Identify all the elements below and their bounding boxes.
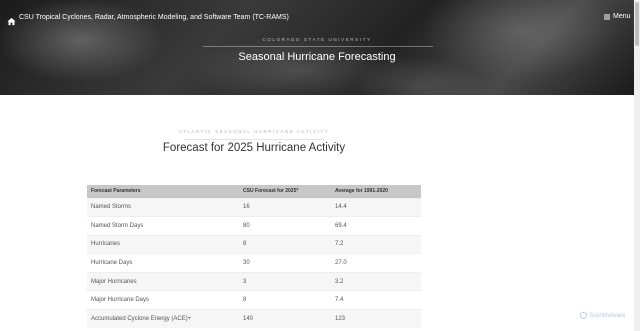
forecast-table: Forecast Parameters CSU Forecast for 202… bbox=[87, 185, 421, 329]
column-header-csu-forecast: CSU Forecast for 2025* bbox=[239, 185, 331, 198]
table-row: Named Storms 16 14.4 bbox=[87, 197, 421, 217]
cell-forecast: 3 bbox=[239, 271, 331, 291]
cell-average: 14.4 bbox=[331, 197, 421, 217]
column-header-average: Average for 1991-2020 bbox=[331, 185, 421, 198]
section-title: Forecast for 2025 Hurricane Activity bbox=[162, 142, 346, 154]
site-title: CSU Tropical Cyclones, Radar, Atmospheri… bbox=[19, 14, 289, 21]
cell-average: 69.4 bbox=[331, 216, 421, 236]
cell-parameter: Named Storm Days bbox=[87, 216, 239, 236]
table-row: Named Storm Days 80 69.4 bbox=[87, 216, 421, 236]
cell-forecast: 8 bbox=[239, 234, 331, 254]
hero-kicker: COLORADO STATE UNIVERSITY bbox=[262, 37, 372, 42]
cell-parameter: Accumulated Cyclone Energy (ACE)+ bbox=[87, 309, 239, 329]
table-row: Accumulated Cyclone Energy (ACE)+ 140 12… bbox=[87, 309, 421, 329]
home-icon bbox=[7, 13, 16, 26]
table-row: Major Hurricane Days 8 7.4 bbox=[87, 290, 421, 310]
cell-average: 27.0 bbox=[331, 253, 421, 273]
cell-average: 7.2 bbox=[331, 234, 421, 254]
column-header-parameters: Forecast Parameters bbox=[87, 185, 239, 198]
cell-forecast: 30 bbox=[239, 253, 331, 273]
page-scrollbar[interactable] bbox=[634, 0, 640, 331]
cell-forecast: 16 bbox=[239, 197, 331, 217]
cell-parameter: Hurricane Days bbox=[87, 253, 239, 273]
table-row: Hurricanes 8 7.2 bbox=[87, 234, 421, 254]
cell-forecast: 80 bbox=[239, 216, 331, 236]
page-title: Seasonal Hurricane Forecasting bbox=[238, 51, 396, 63]
hero-divider bbox=[203, 46, 433, 47]
watermark: ScanMalware bbox=[580, 311, 626, 320]
cell-parameter: Major Hurricane Days bbox=[87, 290, 239, 310]
scrollbar-thumb[interactable] bbox=[635, 2, 639, 46]
cell-parameter: Major Hurricanes bbox=[87, 271, 239, 291]
cell-average: 123 bbox=[331, 309, 421, 329]
scan-icon bbox=[580, 311, 587, 320]
cell-forecast: 8 bbox=[239, 290, 331, 310]
cell-average: 7.4 bbox=[331, 290, 421, 310]
section-divider bbox=[184, 139, 324, 140]
cell-average: 3.2 bbox=[331, 271, 421, 291]
cell-parameter: Named Storms bbox=[87, 197, 239, 217]
section-kicker: ATLANTIC SEASONAL HURRICANE ACTIVITY bbox=[178, 129, 330, 134]
menu-icon bbox=[604, 14, 610, 20]
table-row: Hurricane Days 30 27.0 bbox=[87, 253, 421, 273]
menu-label: Menu bbox=[613, 13, 631, 20]
table-row: Major Hurricanes 3 3.2 bbox=[87, 271, 421, 291]
watermark-text: ScanMalware bbox=[589, 312, 626, 319]
site-brand-link[interactable]: CSU Tropical Cyclones, Radar, Atmospheri… bbox=[7, 13, 289, 26]
menu-button[interactable]: Menu bbox=[604, 13, 631, 20]
cell-parameter: Hurricanes bbox=[87, 234, 239, 254]
table-header-row: Forecast Parameters CSU Forecast for 202… bbox=[87, 185, 421, 198]
cell-forecast: 140 bbox=[239, 309, 331, 329]
